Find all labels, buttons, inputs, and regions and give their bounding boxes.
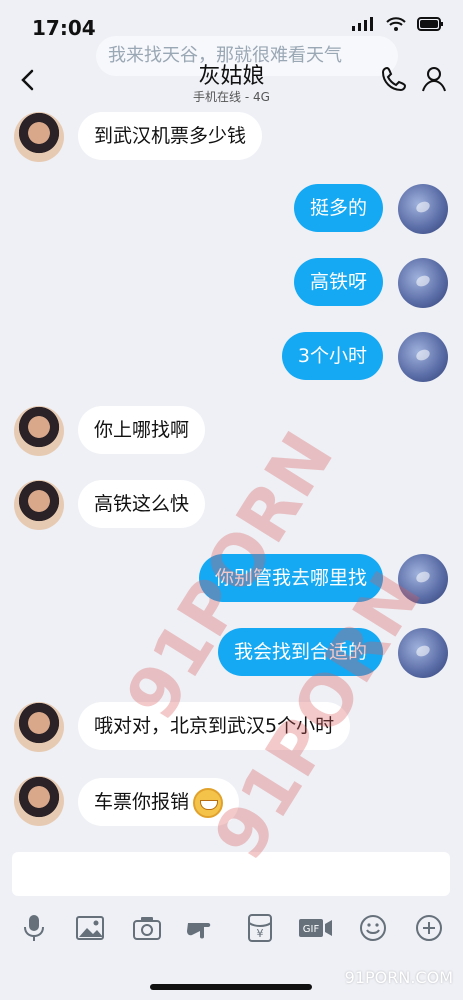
chat-header: 灰姑娘 手机在线 - 4G	[0, 48, 463, 112]
message-bubble-incoming: 哦对对，北京到武汉5个小时	[78, 702, 351, 750]
own-avatar[interactable]	[398, 258, 448, 308]
message-bubble-outgoing: 挺多的	[293, 184, 383, 232]
message-bubble-outgoing: 3个小时	[281, 332, 383, 380]
emoji-button[interactable]	[353, 906, 393, 950]
message-bubble-outgoing: 你别管我去哪里找	[198, 554, 383, 602]
svg-text:¥: ¥	[256, 927, 263, 940]
own-avatar[interactable]	[398, 184, 448, 234]
own-avatar[interactable]	[398, 554, 448, 604]
status-time: 17:04	[32, 16, 96, 40]
user-icon	[422, 67, 446, 92]
image-button[interactable]	[70, 906, 110, 950]
contact-avatar[interactable]	[14, 406, 64, 456]
more-button[interactable]	[409, 906, 449, 950]
red-envelope-icon: ¥	[247, 914, 272, 942]
voice-button[interactable]	[14, 906, 54, 950]
signal-icon	[352, 17, 373, 31]
wifi-icon	[386, 17, 406, 31]
contact-avatar[interactable]	[14, 702, 64, 752]
message-input[interactable]	[12, 852, 450, 896]
own-avatar[interactable]	[398, 332, 448, 382]
camera-button[interactable]	[127, 906, 167, 950]
message-bubble-incoming: 到武汉机票多少钱	[78, 112, 263, 160]
message-bubble-outgoing: 我会找到合适的	[217, 628, 383, 676]
contact-avatar[interactable]	[14, 480, 64, 530]
home-indicator	[150, 984, 312, 990]
smile-icon	[359, 915, 386, 941]
hand-button[interactable]	[183, 906, 223, 950]
grin-emoji-icon	[193, 787, 224, 818]
watermark-site: 91PORN.COM	[344, 968, 453, 987]
camera-icon	[132, 917, 161, 940]
battery-icon	[417, 17, 443, 31]
plus-icon	[415, 915, 442, 941]
svg-text:GIF: GIF	[303, 924, 320, 935]
message-bubble-incoming: 高铁这么快	[78, 480, 206, 528]
contact-avatar[interactable]	[14, 776, 64, 826]
profile-button[interactable]	[419, 64, 449, 98]
message-bubble-outgoing: 高铁呀	[293, 258, 383, 306]
message-text: 车票你报销	[94, 791, 190, 813]
own-avatar[interactable]	[398, 628, 448, 678]
status-icons	[351, 16, 445, 32]
image-icon	[76, 916, 105, 940]
phone-icon	[381, 66, 407, 92]
gif-icon: GIF	[299, 919, 333, 937]
mic-icon	[24, 915, 44, 941]
contact-avatar[interactable]	[14, 112, 64, 162]
red-envelope-button[interactable]: ¥	[240, 906, 280, 950]
message-bubble-incoming: 你上哪找啊	[78, 406, 206, 454]
hand-icon	[187, 923, 211, 939]
gif-button[interactable]: GIF	[296, 906, 336, 950]
message-bubble-incoming: 车票你报销	[78, 778, 240, 826]
input-toolbar: ¥ GIF	[0, 906, 463, 950]
call-button[interactable]	[379, 64, 409, 98]
